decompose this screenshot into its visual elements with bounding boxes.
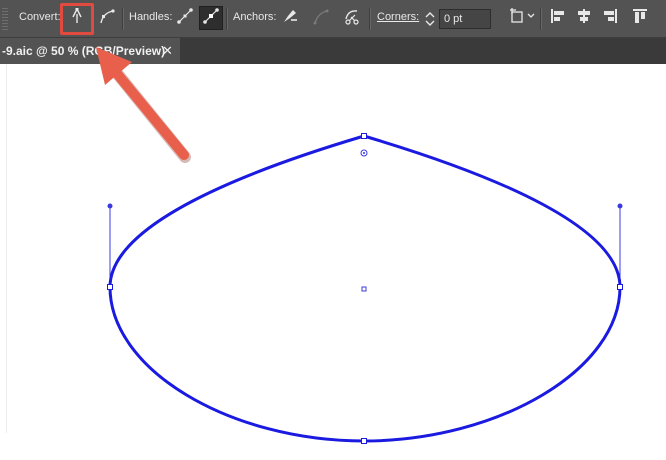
transform-icon [509, 7, 537, 30]
hide-handles-button[interactable] [199, 6, 223, 30]
control-bar: Convert: Handles: Anchors: Corners: 0 pt [0, 0, 666, 38]
anchors-label: Anchors: [233, 11, 277, 23]
align-top-button[interactable] [628, 6, 652, 30]
close-icon[interactable]: ✕ [162, 43, 173, 59]
cut-path-button[interactable] [340, 6, 364, 30]
separator [369, 8, 371, 30]
separator [122, 8, 124, 30]
remove-anchor-icon [281, 7, 299, 30]
document-tab-bar: -9.aic @ 50 % (RGB/Preview) ✕ [0, 38, 666, 64]
artboard-canvas[interactable] [0, 64, 666, 460]
highlight-box [60, 3, 94, 35]
align-right-icon [601, 7, 619, 30]
corners-stepper-icon [424, 12, 436, 32]
connect-endpoints-icon [312, 7, 330, 30]
align-left-button[interactable] [546, 6, 570, 30]
control-bar-grip[interactable] [2, 8, 8, 30]
cut-path-icon [343, 7, 361, 30]
remove-anchor-button[interactable] [278, 6, 302, 30]
align-right-button[interactable] [598, 6, 622, 30]
align-left-icon [549, 7, 567, 30]
align-horizontal-center-button[interactable] [572, 6, 596, 30]
convert-label: Convert: [19, 11, 61, 23]
pasteboard-edge [0, 64, 7, 433]
document-tab[interactable]: -9.aic @ 50 % (RGB/Preview) ✕ [0, 38, 180, 64]
handles-label: Handles: [129, 11, 173, 23]
corners-label[interactable]: Corners: [377, 11, 419, 23]
document-tab-title: -9.aic @ 50 % (RGB/Preview) [2, 44, 166, 58]
convert-to-smooth-button[interactable] [96, 6, 120, 30]
show-handles-icon [176, 7, 194, 30]
show-handles-button[interactable] [173, 6, 197, 30]
align-horizontal-center-icon [575, 7, 593, 30]
convert-to-smooth-icon [99, 7, 117, 30]
connect-endpoints-button[interactable] [309, 6, 333, 30]
corners-stepper[interactable] [424, 10, 436, 28]
corners-input[interactable]: 0 pt [439, 9, 491, 29]
hide-handles-icon [202, 7, 220, 30]
align-top-icon [631, 7, 649, 30]
separator [540, 8, 542, 30]
separator [226, 8, 228, 30]
transform-button[interactable] [508, 6, 538, 30]
